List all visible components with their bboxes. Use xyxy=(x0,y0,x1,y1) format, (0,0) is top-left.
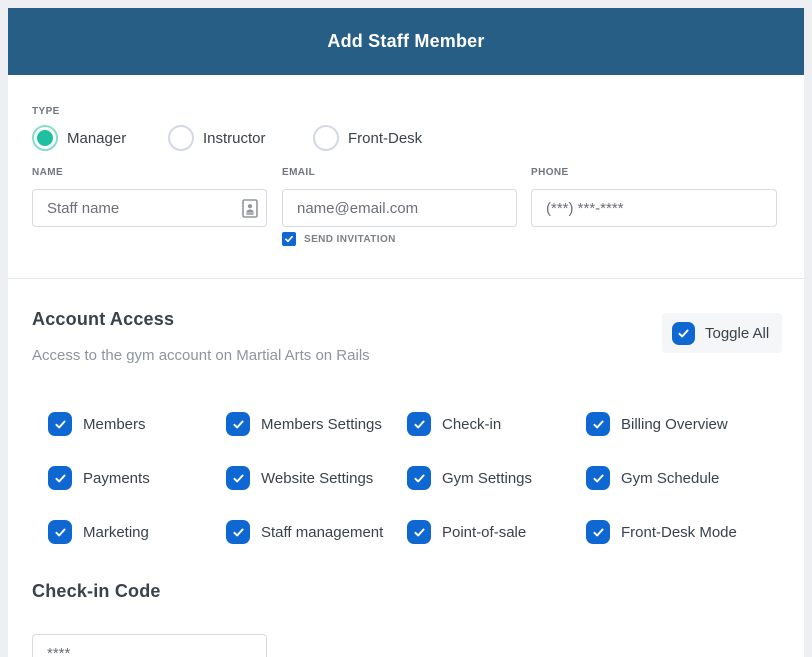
email-field-wrap xyxy=(282,189,517,227)
checkin-code-title: Check-in Code xyxy=(32,581,161,602)
checkbox-checked-icon[interactable] xyxy=(48,412,72,436)
checkbox-checked-icon[interactable] xyxy=(586,520,610,544)
checkbox-checked-icon[interactable] xyxy=(586,466,610,490)
section-divider xyxy=(8,278,804,279)
type-radio-instructor[interactable]: Instructor xyxy=(168,125,266,151)
checkbox-checked-icon[interactable] xyxy=(226,520,250,544)
type-radio-manager[interactable]: Manager xyxy=(32,125,126,151)
checkbox-checked-icon[interactable] xyxy=(226,466,250,490)
permission-item[interactable]: Website Settings xyxy=(226,466,407,490)
radio-icon[interactable] xyxy=(168,125,194,151)
checkin-code-input[interactable] xyxy=(32,634,267,657)
radio-icon[interactable] xyxy=(32,125,58,151)
permission-item[interactable]: Members xyxy=(48,412,226,436)
send-invitation-label: SEND INVITATION xyxy=(304,234,396,245)
account-access-subtitle: Access to the gym account on Martial Art… xyxy=(32,347,370,364)
checkbox-checked-icon[interactable] xyxy=(48,520,72,544)
email-label: EMAIL xyxy=(282,167,315,178)
permissions-grid: Members Members Settings Check-in Billin… xyxy=(48,412,788,544)
name-label: NAME xyxy=(32,167,63,178)
checkbox-checked-icon[interactable] xyxy=(407,412,431,436)
permission-item[interactable]: Point-of-sale xyxy=(407,520,586,544)
name-field-wrap xyxy=(32,189,267,227)
type-radio-front-desk[interactable]: Front-Desk xyxy=(313,125,422,151)
permission-item[interactable]: Members Settings xyxy=(226,412,407,436)
permission-item[interactable]: Billing Overview xyxy=(586,412,788,436)
phone-field-wrap xyxy=(531,189,777,227)
checkbox-checked-icon[interactable] xyxy=(226,412,250,436)
radio-icon[interactable] xyxy=(313,125,339,151)
checkbox-checked-icon[interactable] xyxy=(282,232,296,246)
send-invitation-checkbox-row[interactable]: SEND INVITATION xyxy=(282,232,396,246)
checkbox-checked-icon[interactable] xyxy=(586,412,610,436)
dialog-header: Add Staff Member xyxy=(8,8,804,75)
checkbox-checked-icon[interactable] xyxy=(672,322,695,345)
toggle-all-control[interactable]: Toggle All xyxy=(662,313,782,353)
page-title: Add Staff Member xyxy=(327,31,484,52)
toggle-all-label: Toggle All xyxy=(705,325,769,342)
checkin-code-field-wrap xyxy=(32,634,267,657)
checkbox-checked-icon[interactable] xyxy=(407,520,431,544)
name-input[interactable] xyxy=(32,189,267,227)
account-access-title: Account Access xyxy=(32,309,174,330)
permission-item[interactable]: Check-in xyxy=(407,412,586,436)
checkbox-checked-icon[interactable] xyxy=(407,466,431,490)
permission-item[interactable]: Gym Schedule xyxy=(586,466,788,490)
checkbox-checked-icon[interactable] xyxy=(48,466,72,490)
type-radio-group: Manager Instructor Front-Desk xyxy=(8,125,804,155)
permission-item[interactable]: Gym Settings xyxy=(407,466,586,490)
permission-item[interactable]: Payments xyxy=(48,466,226,490)
phone-input[interactable] xyxy=(531,189,777,227)
email-input[interactable] xyxy=(282,189,517,227)
form-card: TYPE Manager Instructor Front-Desk NAME … xyxy=(8,75,804,657)
type-label: TYPE xyxy=(32,106,60,117)
permission-item[interactable]: Marketing xyxy=(48,520,226,544)
permission-item[interactable]: Front-Desk Mode xyxy=(586,520,788,544)
permission-item[interactable]: Staff management xyxy=(226,520,407,544)
phone-label: PHONE xyxy=(531,167,569,178)
